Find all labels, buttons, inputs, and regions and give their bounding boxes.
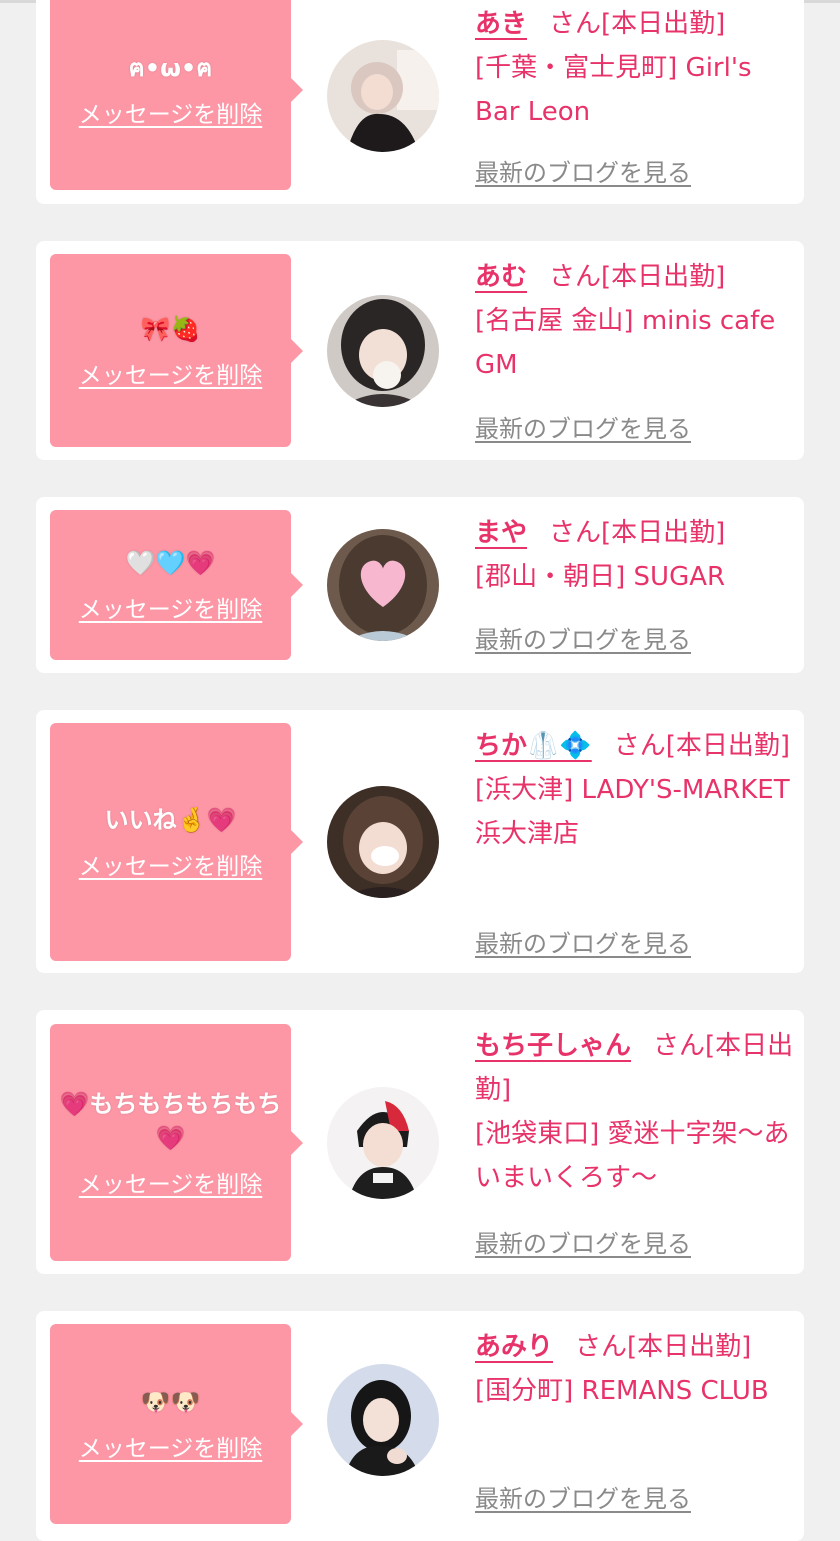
shop-name: [千葉・富士見町] Girl's Bar Leon [475,53,752,127]
cast-info: ちか🥼💠 さん[本日出勤] [浜大津] LADY'S-MARKET 浜大津店 [475,724,795,856]
view-blog-link[interactable]: 最新のブログを見る [475,620,691,655]
message-text: 🤍🩵💗 [125,549,216,577]
delete-message-link[interactable]: メッセージを削除 [79,847,263,881]
delete-message-link[interactable]: メッセージを削除 [79,590,263,624]
cast-name-link[interactable]: あみり [475,1332,553,1362]
delete-message-link[interactable]: メッセージを削除 [79,356,263,390]
cast-status: さん[本日出勤] [549,518,726,548]
cast-info: もち子しゃん さん[本日出勤] [池袋東口] 愛迷十字架〜あいまいくろす〜 [475,1024,795,1200]
cast-name-link[interactable]: あき [475,9,527,39]
cast-info: あむ さん[本日出勤] [名古屋 金山] minis cafe GM [475,255,795,387]
message-bubble: 🐶🐶 メッセージを削除 [50,1324,303,1524]
view-blog-link[interactable]: 最新のブログを見る [475,1479,691,1514]
cast-name-link[interactable]: まや [475,518,527,548]
message-bubble: 💗もちもちもちもち💗 メッセージを削除 [50,1024,303,1261]
shop-name: [名古屋 金山] minis cafe GM [475,306,776,380]
message-bubble: いいね🤞💗 メッセージを削除 [50,723,303,961]
message-bubble: 🤍🩵💗 メッセージを削除 [50,510,303,660]
cast-status: さん[本日出勤] [549,9,726,39]
cast-name-link[interactable]: ちか🥼💠 [475,731,592,761]
delete-message-link[interactable]: メッセージを削除 [79,1429,263,1463]
cast-status: さん[本日出勤] [575,1332,752,1362]
view-blog-link[interactable]: 最新のブログを見る [475,924,691,959]
favorite-card: ฅ•ω•ฅ メッセージを削除 あき さん[本日出勤] [千葉・富士見町] Girl… [36,0,804,204]
message-text: 💗もちもちもちもち💗 [59,1089,282,1152]
message-bubble: 🎀🍓 メッセージを削除 [50,254,303,447]
favorite-card: いいね🤞💗 メッセージを削除 ちか🥼💠 さん[本日出勤] [浜大津] LADY'S… [36,710,804,973]
cast-name-link[interactable]: あむ [475,262,527,292]
avatar[interactable] [327,1087,439,1199]
cast-info: あみり さん[本日出勤] [国分町] REMANS CLUB [475,1325,795,1413]
avatar[interactable] [327,1364,439,1476]
avatar[interactable] [327,786,439,898]
cast-info: あき さん[本日出勤] [千葉・富士見町] Girl's Bar Leon [475,2,795,134]
view-blog-link[interactable]: 最新のブログを見る [475,1224,691,1259]
favorite-card: 💗もちもちもちもち💗 メッセージを削除 もち子しゃん さん[本日出勤] [池袋東口… [36,1010,804,1274]
shop-name: [郡山・朝日] SUGAR [475,562,726,592]
cast-status: さん[本日出勤] [549,262,726,292]
shop-name: [国分町] REMANS CLUB [475,1376,769,1406]
favorite-card: 🎀🍓 メッセージを削除 あむ さん[本日出勤] [名古屋 金山] minis ca… [36,241,804,460]
shop-name: [池袋東口] 愛迷十字架〜あいまいくろす〜 [475,1119,790,1193]
view-blog-link[interactable]: 最新のブログを見る [475,409,691,444]
message-text: いいね🤞💗 [104,806,237,834]
favorite-card: 🤍🩵💗 メッセージを削除 まや さん[本日出勤] [郡山・朝日] SUGAR 最新… [36,497,804,673]
cast-status: さん[本日出勤] [613,731,791,761]
message-text: 🎀🍓 [140,314,201,343]
favorite-card: 🐶🐶 メッセージを削除 あみり さん[本日出勤] [国分町] REMANS CLU… [36,1311,804,1541]
message-text: 🐶🐶 [140,1388,201,1416]
message-bubble: ฅ•ω•ฅ メッセージを削除 [50,0,303,190]
cast-name-link[interactable]: もち子しゃん [475,1031,631,1061]
view-blog-link[interactable]: 最新のブログを見る [475,153,691,188]
delete-message-link[interactable]: メッセージを削除 [79,1165,263,1199]
avatar[interactable] [327,529,439,641]
cast-info: まや さん[本日出勤] [郡山・朝日] SUGAR [475,511,795,599]
avatar[interactable] [327,295,439,407]
shop-name: [浜大津] LADY'S-MARKET 浜大津店 [475,775,790,849]
delete-message-link[interactable]: メッセージを削除 [79,95,263,129]
avatar[interactable] [327,40,439,152]
message-text: ฅ•ω•ฅ [128,54,213,82]
